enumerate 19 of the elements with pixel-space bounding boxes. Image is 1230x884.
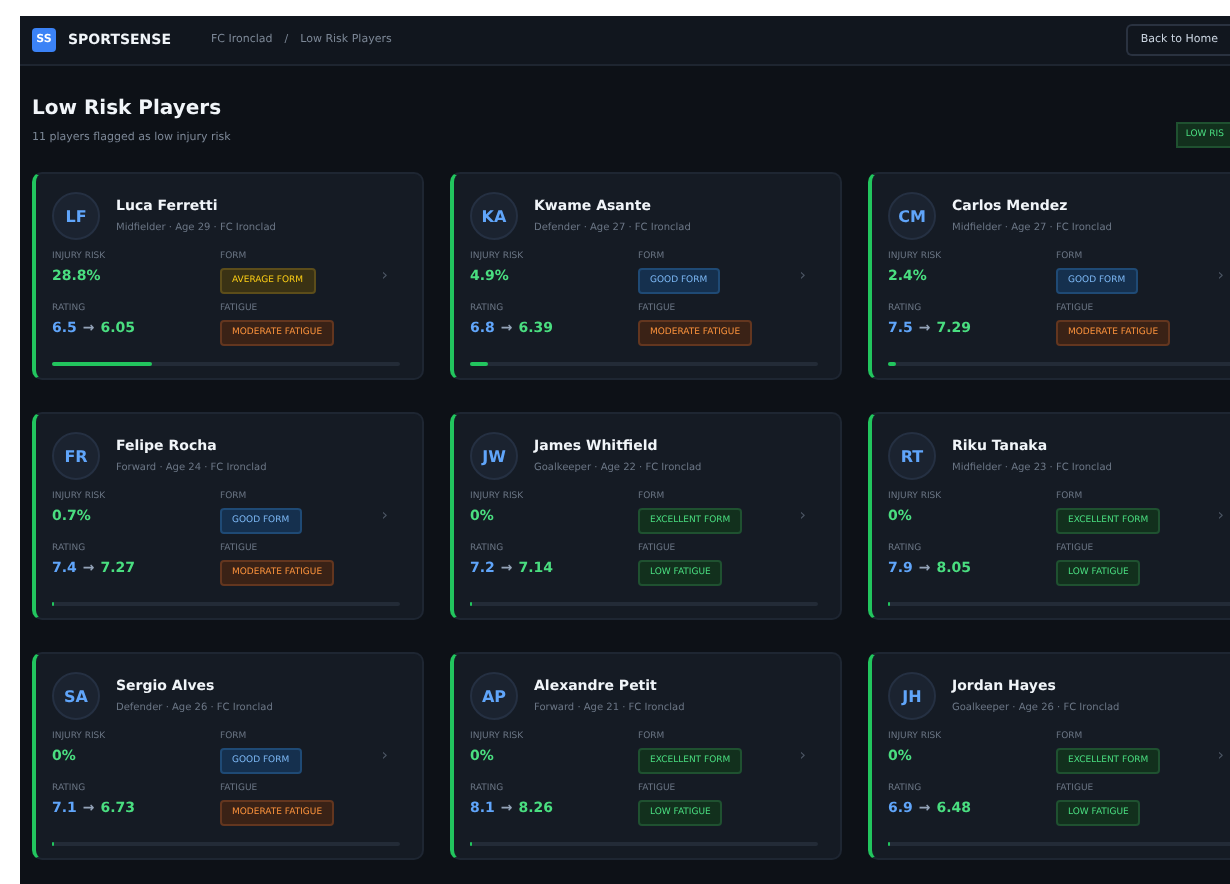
player-avatar: LF: [52, 192, 100, 240]
chevron-icon: ›: [381, 746, 388, 764]
player-avatar: RT: [888, 432, 936, 480]
chevron-icon: ›: [799, 746, 806, 764]
chevron-icon: ›: [1217, 266, 1224, 284]
chevron-icon: ›: [381, 506, 388, 524]
player-avatar: JW: [470, 432, 518, 480]
player-avatar: SA: [52, 672, 100, 720]
player-avatar: KA: [470, 192, 518, 240]
chevron-icon: ›: [1217, 746, 1224, 764]
player-avatar: AP: [470, 672, 518, 720]
chevron-icon: ›: [1217, 506, 1224, 524]
player-avatar: FR: [52, 432, 100, 480]
player-avatar: CM: [888, 192, 936, 240]
player-avatar: JH: [888, 672, 936, 720]
chevron-icon: ›: [799, 266, 806, 284]
chevron-icon: ›: [381, 266, 388, 284]
page-title: Low Risk Players: [32, 98, 224, 120]
chevron-icon: ›: [799, 506, 806, 524]
